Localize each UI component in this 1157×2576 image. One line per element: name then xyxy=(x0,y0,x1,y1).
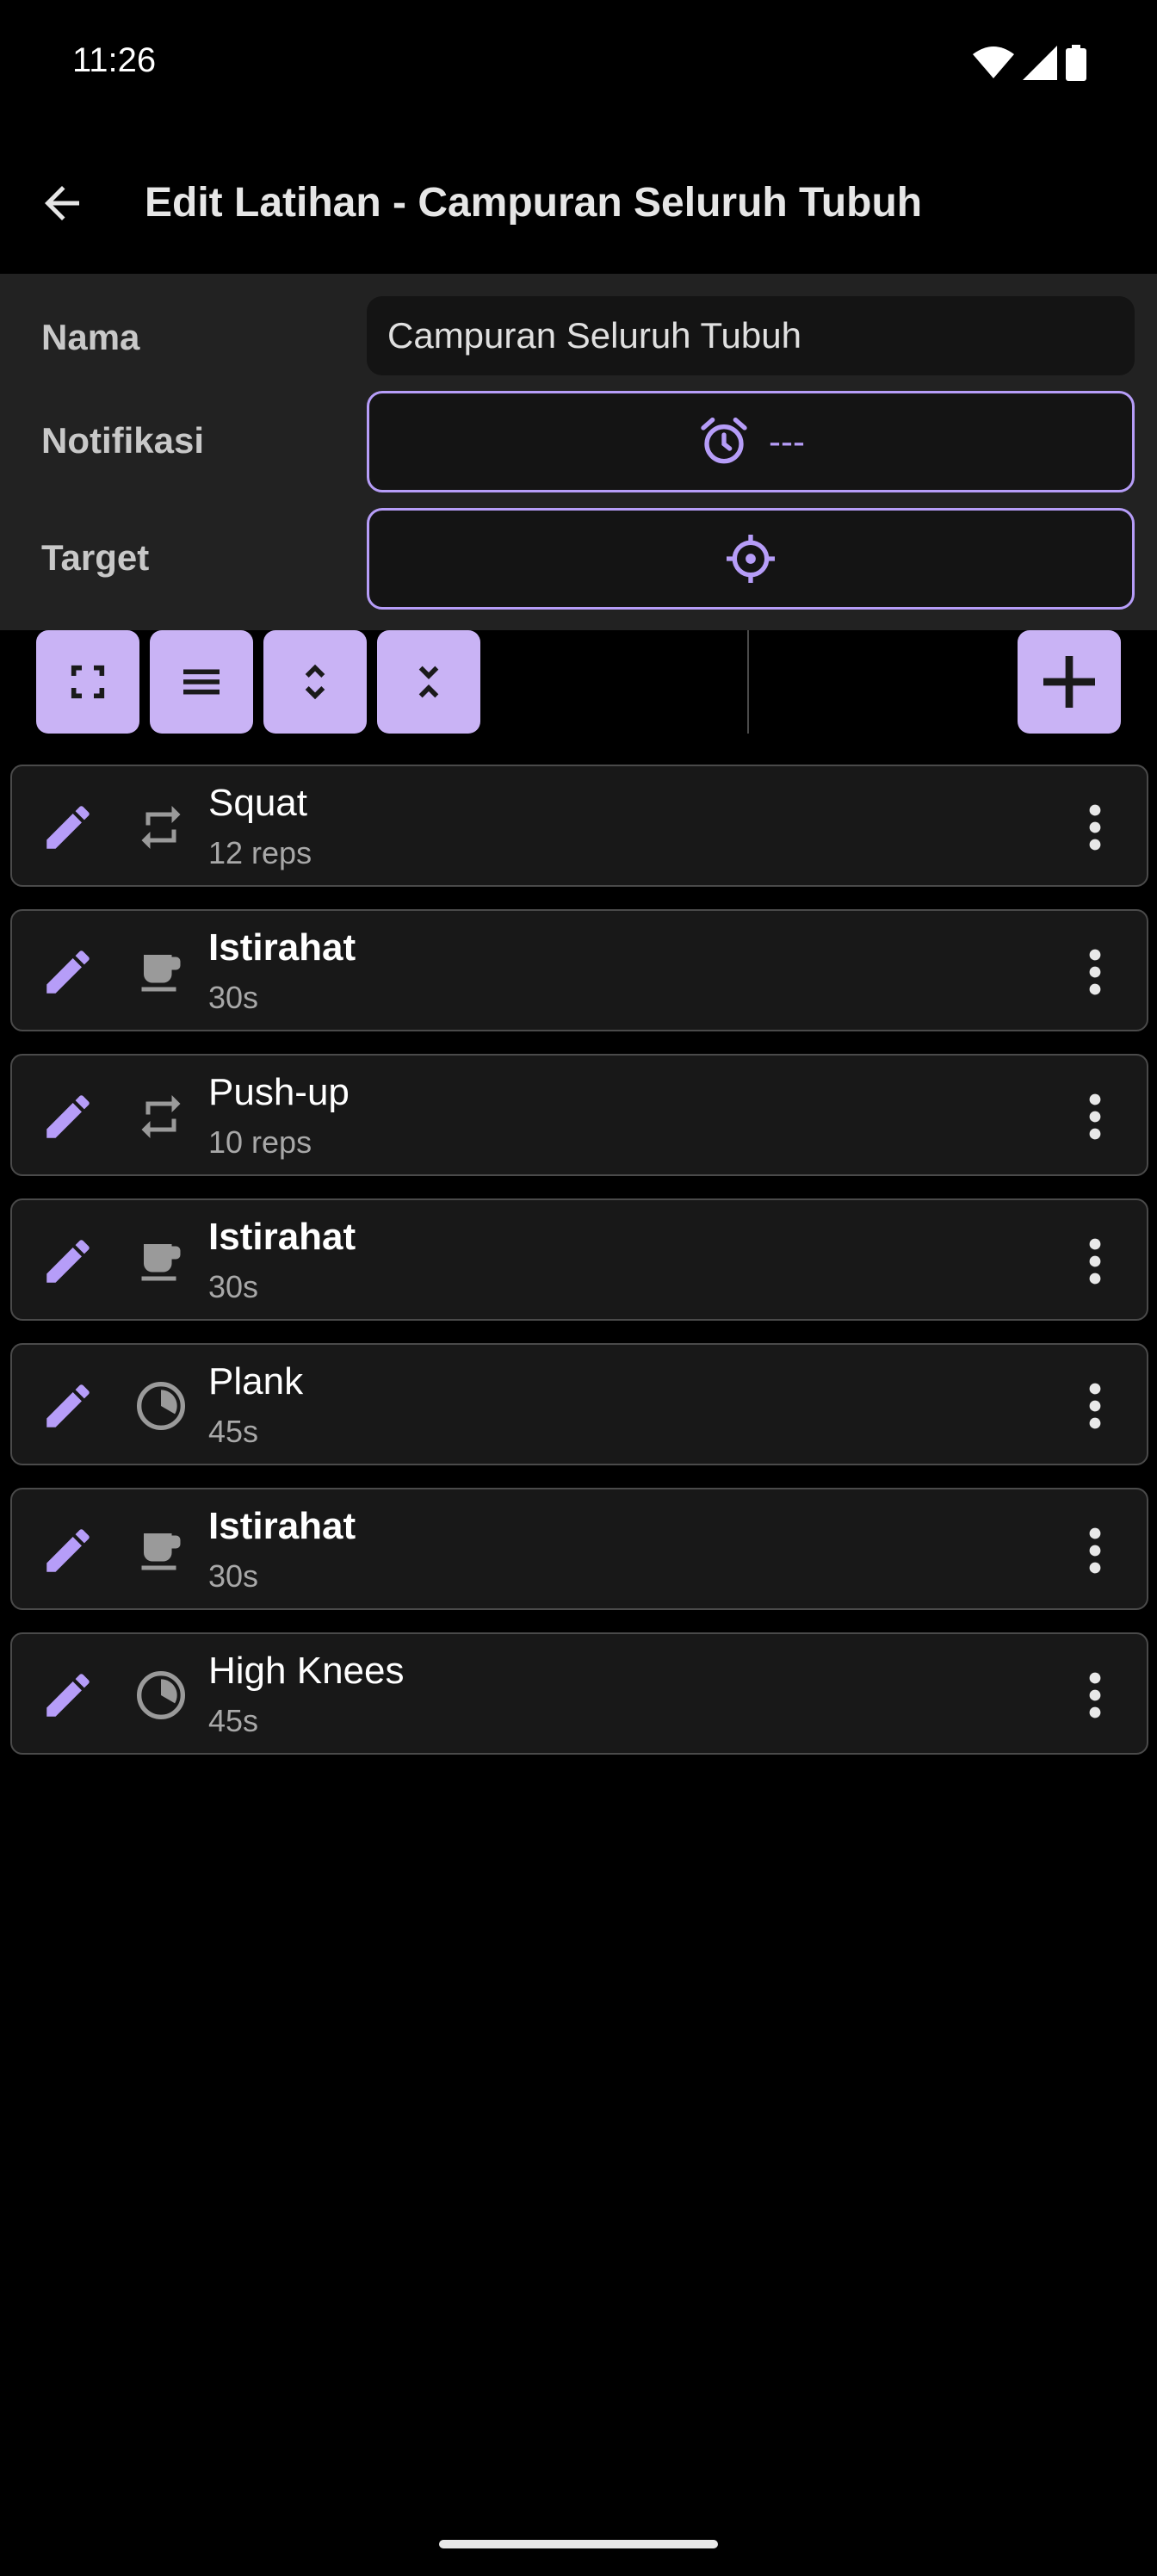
notification-button[interactable]: --- xyxy=(367,391,1135,492)
signal-icon xyxy=(1023,46,1057,80)
list-item[interactable]: Plank 45s xyxy=(10,1343,1148,1465)
crosshair-icon xyxy=(723,531,778,586)
more-options-button[interactable] xyxy=(1069,1520,1121,1581)
timer-pie-icon xyxy=(133,1667,189,1724)
exercise-detail: 10 reps xyxy=(208,1124,312,1160)
exercise-name: Istirahat xyxy=(208,926,356,969)
exercise-detail: 30s xyxy=(208,1558,259,1594)
collapse-all-button[interactable] xyxy=(377,630,480,734)
pencil-icon xyxy=(40,1233,96,1290)
edit-button[interactable] xyxy=(38,1665,98,1725)
notification-value: --- xyxy=(769,421,805,461)
edit-button[interactable] xyxy=(38,1520,98,1581)
wifi-icon xyxy=(973,46,1014,80)
more-vert-icon xyxy=(1088,1382,1102,1430)
more-vert-icon xyxy=(1088,1093,1102,1141)
exercise-detail: 30s xyxy=(208,980,259,1015)
more-vert-icon xyxy=(1088,1526,1102,1575)
more-options-button[interactable] xyxy=(1069,797,1121,858)
exercise-name: Istirahat xyxy=(208,1505,356,1547)
pencil-icon xyxy=(40,799,96,856)
status-bar: 11:26 xyxy=(0,0,1157,129)
edit-button[interactable] xyxy=(38,942,98,1002)
workout-form: Nama Campuran Seluruh Tubuh Notifikasi -… xyxy=(0,274,1157,630)
arrow-back-icon xyxy=(36,177,88,229)
edit-button[interactable] xyxy=(38,1376,98,1436)
pencil-icon xyxy=(40,1378,96,1434)
pencil-icon xyxy=(40,1522,96,1579)
edit-button[interactable] xyxy=(38,797,98,858)
plus-icon xyxy=(1035,647,1104,716)
repeat-icon xyxy=(133,799,189,856)
back-button[interactable] xyxy=(31,172,93,234)
exercise-name: Istirahat xyxy=(208,1216,356,1258)
coffee-cup-icon xyxy=(133,1522,189,1579)
name-input-value: Campuran Seluruh Tubuh xyxy=(387,315,801,356)
expand-icon xyxy=(291,658,339,706)
coffee-cup-icon xyxy=(133,944,189,1000)
list-icon xyxy=(174,658,229,706)
pencil-icon xyxy=(40,1088,96,1145)
exercise-detail: 12 reps xyxy=(208,835,312,870)
expand-all-button[interactable] xyxy=(263,630,367,734)
more-vert-icon xyxy=(1088,803,1102,851)
name-input[interactable]: Campuran Seluruh Tubuh xyxy=(367,296,1135,375)
exercise-detail: 45s xyxy=(208,1414,259,1449)
list-toolbar xyxy=(0,630,1157,759)
list-item[interactable]: Istirahat 30s xyxy=(10,1198,1148,1321)
list-item[interactable]: Istirahat 30s xyxy=(10,1488,1148,1610)
more-options-button[interactable] xyxy=(1069,1087,1121,1147)
status-time: 11:26 xyxy=(72,41,157,79)
more-vert-icon xyxy=(1088,1237,1102,1285)
repeat-icon xyxy=(133,1088,189,1145)
list-item[interactable]: Squat 12 reps xyxy=(10,765,1148,887)
page-title: Edit Latihan - Campuran Seluruh Tubuh xyxy=(145,180,923,226)
pencil-icon xyxy=(40,1667,96,1724)
exercise-name: Squat xyxy=(208,782,307,824)
list-view-button[interactable] xyxy=(150,630,253,734)
more-options-button[interactable] xyxy=(1069,942,1121,1002)
alarm-icon xyxy=(696,414,752,469)
exercise-name: Push-up xyxy=(208,1071,350,1113)
name-label: Nama xyxy=(41,317,140,357)
toolbar-divider xyxy=(747,630,749,734)
collapse-icon xyxy=(405,658,453,706)
fullscreen-button[interactable] xyxy=(36,630,139,734)
list-item[interactable]: Push-up 10 reps xyxy=(10,1054,1148,1176)
fullscreen-icon xyxy=(64,658,112,706)
home-indicator[interactable] xyxy=(439,2540,718,2548)
target-label: Target xyxy=(41,537,150,578)
target-button[interactable] xyxy=(367,508,1135,610)
add-exercise-button[interactable] xyxy=(1018,630,1121,734)
list-item[interactable]: Istirahat 30s xyxy=(10,909,1148,1031)
exercise-detail: 45s xyxy=(208,1703,259,1738)
edit-button[interactable] xyxy=(38,1231,98,1291)
pencil-icon xyxy=(40,944,96,1000)
edit-button[interactable] xyxy=(38,1087,98,1147)
app-bar: Edit Latihan - Campuran Seluruh Tubuh xyxy=(0,129,1157,274)
battery-icon xyxy=(1066,45,1086,81)
more-vert-icon xyxy=(1088,1671,1102,1719)
status-icons xyxy=(973,45,1086,81)
more-options-button[interactable] xyxy=(1069,1665,1121,1725)
timer-pie-icon xyxy=(133,1378,189,1434)
exercise-detail: 30s xyxy=(208,1269,259,1304)
more-options-button[interactable] xyxy=(1069,1376,1121,1436)
exercise-name: Plank xyxy=(208,1360,304,1403)
coffee-cup-icon xyxy=(133,1233,189,1290)
notification-label: Notifikasi xyxy=(41,420,205,461)
list-item[interactable]: High Knees 45s xyxy=(10,1632,1148,1755)
exercise-name: High Knees xyxy=(208,1650,405,1692)
more-vert-icon xyxy=(1088,948,1102,996)
more-options-button[interactable] xyxy=(1069,1231,1121,1291)
